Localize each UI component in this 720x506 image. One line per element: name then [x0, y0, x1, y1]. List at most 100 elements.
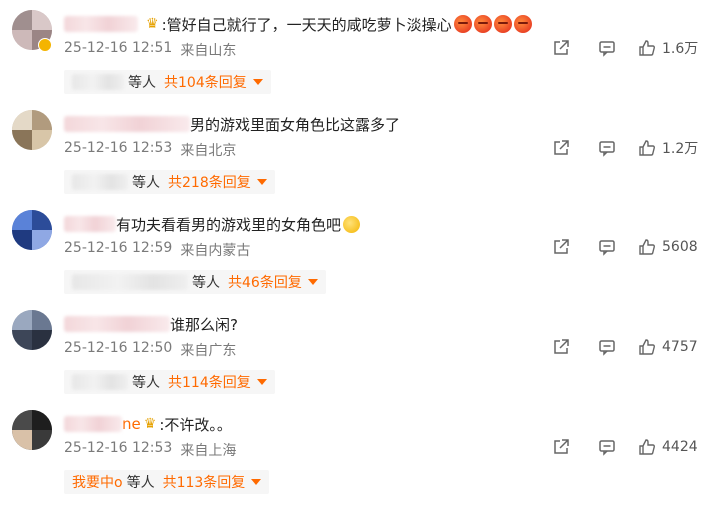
- comment-item: 男的游戏里面女角色比这露多了 25-12-16 12:53 来自北京 1.2万 …: [0, 100, 720, 200]
- crown-icon: ♛: [146, 16, 159, 32]
- reply-usernames-blurred: [72, 274, 188, 290]
- reply-usernames-blurred: [72, 74, 124, 90]
- chevron-down-icon: [256, 179, 267, 185]
- like-button[interactable]: 1.2万: [638, 138, 700, 158]
- username-suffix[interactable]: ne: [122, 415, 141, 433]
- reply-username[interactable]: 我要中o: [72, 472, 123, 492]
- comment-header: 有功夫看看男的游戏里的女角色吧: [64, 212, 361, 236]
- reply-summary[interactable]: 我要中o 等人 共113条回复: [64, 470, 270, 494]
- reply-usernames-blurred: [72, 374, 128, 390]
- comment-actions: 5608: [524, 238, 700, 256]
- comment-meta: 25-12-16 12:53 来自北京: [64, 140, 236, 160]
- share-icon[interactable]: [552, 438, 570, 456]
- comment-item: 有功夫看看男的游戏里的女角色吧 25-12-16 12:59 来自内蒙古 560…: [0, 200, 720, 300]
- crown-icon: ♛: [143, 416, 157, 432]
- like-icon: [638, 338, 656, 356]
- comment-text: 男的游戏里面女角色比这露多了: [190, 115, 401, 134]
- chevron-down-icon: [252, 79, 263, 85]
- angry-emoji-icon: [473, 15, 492, 33]
- like-button[interactable]: 4424: [638, 438, 700, 456]
- comment-text: :管好自己就行了，一天天的咸吃萝卜淡操心: [161, 15, 452, 34]
- comment-date: 25-12-16 12:53: [64, 140, 173, 156]
- reply-summary[interactable]: 等人 共46条回复: [64, 270, 326, 294]
- reply-names-suffix: 等人: [128, 75, 156, 91]
- avatar[interactable]: [12, 310, 52, 350]
- comment-header: 男的游戏里面女角色比这露多了: [64, 112, 400, 136]
- reply-count: 共114条回复: [168, 375, 251, 391]
- comment-item: ♛ :管好自己就行了，一天天的咸吃萝卜淡操心 25-12-16 12:51 来自…: [0, 0, 720, 100]
- comment-item: ne ♛ :不许改。。 25-12-16 12:53 来自上海 4424 我要中…: [0, 400, 720, 500]
- like-icon: [638, 238, 656, 256]
- username-blurred[interactable]: [64, 16, 138, 32]
- share-icon[interactable]: [552, 39, 570, 57]
- share-icon[interactable]: [552, 238, 570, 256]
- avatar[interactable]: [12, 210, 52, 250]
- like-button[interactable]: 1.6万: [638, 38, 700, 58]
- comment-location: 来自内蒙古: [180, 243, 251, 259]
- comment-header: 谁那么闲?: [64, 312, 238, 336]
- like-icon: [638, 438, 656, 456]
- comment-actions: 4424: [524, 438, 700, 456]
- comment-text: 谁那么闲?: [170, 315, 238, 334]
- comment-location: 来自山东: [180, 43, 237, 59]
- reply-summary[interactable]: 等人 共218条回复: [64, 170, 275, 194]
- comment-item: 谁那么闲? 25-12-16 12:50 来自广东 4757 等人 共114条回…: [0, 300, 720, 400]
- comment-date: 25-12-16 12:51: [64, 40, 173, 56]
- angry-emoji-icon: [513, 15, 532, 33]
- comment-icon[interactable]: [598, 139, 616, 157]
- like-count: 5608: [662, 239, 698, 255]
- chevron-down-icon: [251, 479, 262, 485]
- username-blurred[interactable]: [64, 116, 190, 132]
- reply-summary[interactable]: 等人 共104条回复: [64, 70, 271, 94]
- comment-date: 25-12-16 12:50: [64, 340, 173, 356]
- reply-usernames-blurred: [72, 174, 128, 190]
- like-count: 4757: [662, 339, 698, 355]
- share-icon[interactable]: [552, 139, 570, 157]
- comment-icon[interactable]: [598, 438, 616, 456]
- comment-header: ♛ :管好自己就行了，一天天的咸吃萝卜淡操心: [64, 12, 534, 36]
- comment-actions: 1.6万: [524, 38, 700, 58]
- comment-meta: 25-12-16 12:51 来自山东: [64, 40, 236, 60]
- reply-summary[interactable]: 等人 共114条回复: [64, 370, 275, 394]
- comment-text: 有功夫看看男的游戏里的女角色吧: [116, 215, 342, 234]
- comment-meta: 25-12-16 12:59 来自内蒙古: [64, 240, 250, 260]
- verified-badge-icon: [38, 38, 52, 52]
- like-count: 1.2万: [662, 141, 699, 157]
- comment-actions: 1.2万: [524, 138, 700, 158]
- like-button[interactable]: 4757: [638, 338, 700, 356]
- comment-meta: 25-12-16 12:53 来自上海: [64, 440, 236, 460]
- comment-icon[interactable]: [598, 238, 616, 256]
- username-blurred[interactable]: [64, 216, 116, 232]
- emoji-group: [453, 15, 534, 33]
- chevron-down-icon: [256, 379, 267, 385]
- avatar[interactable]: [12, 110, 52, 150]
- comment-icon[interactable]: [598, 39, 616, 57]
- reply-count: 共46条回复: [228, 275, 302, 291]
- comment-text: :不许改。。: [159, 415, 232, 434]
- username-blurred[interactable]: [64, 416, 122, 432]
- reply-count: 共218条回复: [168, 175, 251, 191]
- like-count: 4424: [662, 439, 698, 455]
- comment-header: ne ♛ :不许改。。: [64, 412, 232, 436]
- reply-count: 共104条回复: [164, 75, 247, 91]
- username-blurred[interactable]: [64, 316, 170, 332]
- avatar[interactable]: [12, 410, 52, 450]
- comment-icon[interactable]: [598, 338, 616, 356]
- comment-location: 来自北京: [180, 143, 237, 159]
- comment-meta: 25-12-16 12:50 来自广东: [64, 340, 236, 360]
- like-icon: [638, 139, 656, 157]
- comment-date: 25-12-16 12:59: [64, 240, 173, 256]
- smile-emoji-icon: [343, 215, 361, 233]
- reply-names-suffix: 等人: [126, 475, 155, 491]
- reply-names-suffix: 等人: [132, 175, 160, 191]
- reply-names-suffix: 等人: [132, 375, 160, 391]
- like-count: 1.6万: [662, 41, 699, 57]
- angry-emoji-icon: [493, 15, 512, 33]
- share-icon[interactable]: [552, 338, 570, 356]
- comment-actions: 4757: [524, 338, 700, 356]
- like-icon: [638, 39, 656, 57]
- comment-date: 25-12-16 12:53: [64, 440, 173, 456]
- like-button[interactable]: 5608: [638, 238, 700, 256]
- chevron-down-icon: [307, 279, 318, 285]
- reply-count: 共113条回复: [162, 475, 246, 491]
